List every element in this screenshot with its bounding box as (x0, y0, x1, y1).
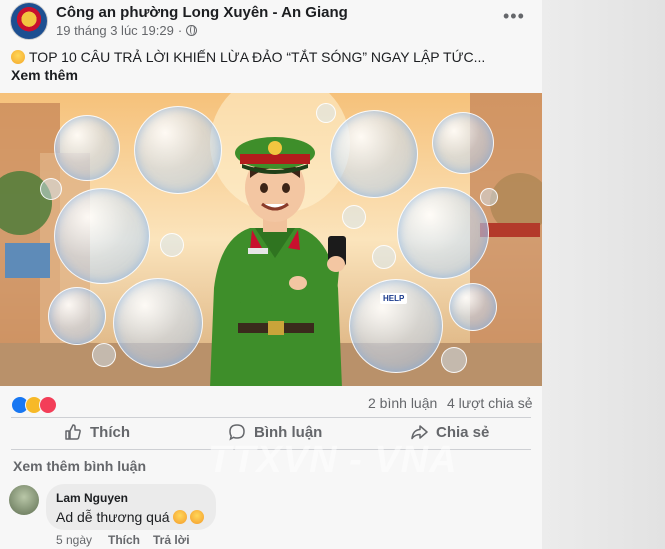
small-bubble (480, 188, 498, 206)
bubble-scam-call (54, 115, 120, 181)
post-caption: TOP 10 CÂU TRẢ LỜI KHIẾN LỪA ĐẢO “TẮT SÓ… (11, 48, 516, 84)
hearts-emoji-icon (172, 510, 187, 524)
bubble-hacker-alert (432, 112, 494, 174)
post-image[interactable]: HELP (0, 93, 542, 386)
page-background-right (542, 0, 665, 549)
comment-body: Ad dễ thương quá (56, 509, 170, 525)
comment-text: Ad dễ thương quá (56, 509, 204, 525)
small-bubble (160, 233, 184, 257)
watermark: TTXVN - VNA (208, 439, 458, 481)
smiling-emoji-icon (189, 510, 204, 524)
police-officer-figure (210, 137, 346, 386)
laughing-emoji-icon (11, 50, 25, 64)
share-label: Chia sẻ (436, 423, 490, 441)
share-count[interactable]: 4 lượt chia sẻ (447, 395, 532, 411)
commenter-avatar[interactable] (9, 485, 39, 515)
page-name[interactable]: Công an phường Long Xuyên - An Giang (56, 4, 348, 21)
love-reaction-icon (39, 396, 57, 414)
bubble-worried-woman (48, 287, 106, 345)
reaction-icons[interactable] (11, 396, 57, 414)
commenter-name[interactable]: Lam Nguyen (56, 491, 128, 505)
bubble-question-police (397, 187, 489, 279)
post-timestamp[interactable]: 19 tháng 3 lúc 19:29 (56, 23, 174, 38)
divider (11, 417, 531, 418)
like-button[interactable]: Thích (64, 421, 130, 443)
bubble-family-payment (54, 188, 150, 284)
thumbs-up-icon (65, 424, 81, 440)
help-sign: HELP (380, 293, 408, 304)
bubble-hacker (113, 278, 203, 368)
bubble-shield-phone (449, 283, 497, 331)
more-options-icon[interactable]: ••• (503, 6, 525, 27)
small-bubble (441, 347, 467, 373)
like-label: Thích (90, 423, 130, 441)
comment-like-button[interactable]: Thích (108, 533, 140, 547)
comment-label: Bình luận (254, 423, 323, 441)
caption-text: TOP 10 CÂU TRẢ LỜI KHIẾN LỪA ĐẢO “TẮT SÓ… (29, 49, 486, 65)
comment-count[interactable]: 2 bình luận (368, 395, 437, 411)
small-bubble (40, 178, 62, 200)
post-meta: 19 tháng 3 lúc 19:29 · (56, 23, 198, 38)
view-more-comments-link[interactable]: Xem thêm bình luận (13, 458, 146, 474)
page-avatar[interactable] (10, 2, 48, 40)
small-bubble (372, 245, 396, 269)
meta-separator: · (177, 23, 183, 38)
comment-reply-button[interactable]: Trả lời (153, 533, 190, 547)
comment-age[interactable]: 5 ngày (56, 533, 92, 547)
globe-icon (186, 25, 198, 36)
see-more-link[interactable]: Xem thêm (11, 67, 78, 83)
small-bubble (92, 343, 116, 367)
